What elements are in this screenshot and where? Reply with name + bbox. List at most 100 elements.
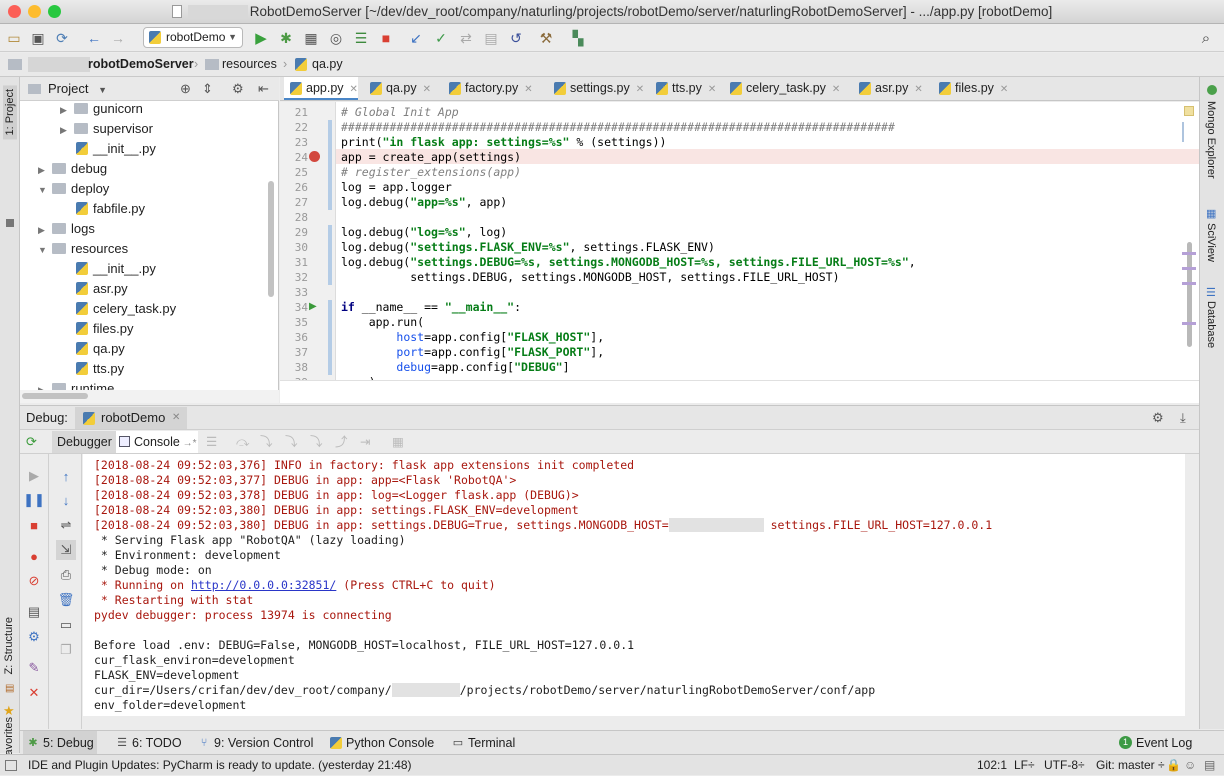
run-configuration-select[interactable]: robotDemo ▼ [143, 27, 243, 48]
breakpoint-icon[interactable] [309, 151, 320, 162]
python-console-icon[interactable]: ▭ [58, 617, 74, 633]
inspector-icon[interactable]: ☺ [1184, 755, 1196, 776]
code-editor[interactable]: 21222324252627282930313233343536373839 #… [280, 102, 1199, 380]
sync-icon[interactable]: ⟳ [52, 28, 72, 48]
search-everywhere-icon[interactable]: ⌕ [1196, 28, 1216, 48]
minimize-panel-icon[interactable]: ⤓ [1180, 406, 1186, 430]
tree-file-item[interactable]: files.py [76, 319, 133, 339]
editor-tab[interactable]: asr.py ✕ [853, 77, 923, 100]
console-tab[interactable]: Console →* [116, 431, 198, 453]
close-icon[interactable]: ✕ [26, 685, 42, 701]
soft-wrap-icon[interactable]: ⇌ [58, 517, 74, 533]
tree-file-item[interactable]: asr.py [76, 279, 128, 299]
expanded-arrow-icon[interactable]: ▼ [38, 240, 52, 260]
structure-tool-button[interactable]: Z: Structure [3, 617, 15, 674]
python-console-tool-button[interactable]: Python Console [326, 731, 434, 755]
breadcrumb-item[interactable]: resources [222, 53, 277, 76]
concurrency-icon[interactable]: ☰ [351, 28, 371, 48]
tree-folder-item[interactable]: ▶ supervisor [60, 119, 153, 139]
collapsed-arrow-icon[interactable]: ▶ [60, 100, 74, 120]
minimize-window-button[interactable] [28, 5, 41, 18]
run-to-cursor-icon[interactable]: ⇥ [360, 431, 370, 453]
tree-folder-item[interactable]: ▼ resources [38, 239, 128, 259]
debug-icon[interactable]: ✱ [276, 28, 296, 48]
tree-folder-item[interactable]: ▶ debug [38, 159, 107, 179]
step-out-icon[interactable]: ⤴ [335, 431, 348, 453]
close-icon[interactable]: ✕ [1000, 84, 1008, 95]
close-icon[interactable]: ✕ [524, 84, 532, 95]
close-window-button[interactable] [8, 5, 21, 18]
copy-icon[interactable]: ❐ [58, 642, 74, 658]
event-log-tool-button[interactable]: 1 Event Log [1116, 731, 1192, 755]
forward-icon[interactable]: → [108, 28, 128, 48]
project-view-select[interactable]: Project [48, 81, 88, 96]
file-encoding[interactable]: UTF-8÷ [1044, 755, 1085, 776]
restore-layout-icon[interactable]: ▤ [26, 604, 42, 620]
rerun-icon[interactable]: ⟳ [26, 431, 37, 453]
git-branch[interactable]: Git: master ÷ [1096, 755, 1165, 776]
coverage-icon[interactable]: ▦ [301, 28, 321, 48]
editor-scrollbar[interactable] [1187, 242, 1192, 347]
debugger-tab[interactable]: Debugger [52, 431, 117, 453]
breadcrumb-item[interactable]: qa.py [312, 53, 343, 76]
tree-folder-item[interactable]: ▶ gunicorn [60, 99, 143, 119]
scroll-to-end-icon[interactable]: ⇲ [56, 540, 76, 560]
gear-icon[interactable]: ⚙ [232, 77, 244, 100]
close-icon[interactable]: ✕ [350, 84, 358, 95]
settings-gear-icon[interactable]: ⚙ [26, 629, 42, 645]
mute-breakpoints-icon[interactable]: ⊘ [26, 573, 42, 589]
chevron-down-icon[interactable]: ▼ [98, 85, 107, 95]
vcs-history-icon[interactable]: ▤ [481, 28, 501, 48]
close-icon[interactable]: ✕ [423, 84, 431, 95]
sciview-tool-button[interactable]: SciView [1205, 223, 1217, 262]
tree-file-item[interactable]: __init__.py [76, 139, 156, 159]
editor-tab[interactable]: files.py ✕ [933, 77, 1008, 100]
evaluate-expression-icon[interactable]: ▦ [392, 431, 404, 453]
tree-file-item[interactable]: qa.py [76, 339, 125, 359]
memory-icon[interactable]: ▤ [1204, 755, 1215, 776]
project-horizontal-scrollbar[interactable] [20, 390, 279, 403]
editor-tab[interactable]: tts.py ✕ [650, 77, 716, 100]
settings-wrench-icon[interactable]: ⚒ [536, 28, 556, 48]
tree-folder-item[interactable]: ▼ deploy [38, 179, 109, 199]
status-message[interactable]: IDE and Plugin Updates: PyCharm is ready… [28, 755, 412, 776]
editor-tab[interactable]: app.py ✕ [284, 77, 358, 100]
line-separator[interactable]: LF÷ [1014, 755, 1035, 776]
toggle-tool-windows-icon[interactable] [5, 760, 17, 771]
database-tool-button[interactable]: Database [1205, 301, 1217, 348]
vcs-update-icon[interactable]: ↙ [406, 28, 426, 48]
view-breakpoints-icon[interactable]: ● [26, 548, 42, 564]
close-icon[interactable]: ✕ [636, 84, 644, 95]
project-tool-button[interactable]: 1: Project [3, 85, 17, 140]
tree-file-item[interactable]: celery_task.py [76, 299, 176, 319]
hide-panel-icon[interactable]: ⇤ [258, 77, 269, 100]
caret-position[interactable]: 102:1 [977, 755, 1007, 776]
step-into-my-code-icon[interactable]: ⤵ [285, 431, 298, 453]
collapse-all-icon[interactable]: ⇕ [202, 77, 213, 100]
editor-tab[interactable]: celery_task.py ✕ [724, 77, 840, 100]
project-structure-icon[interactable]: ▚ [568, 28, 588, 48]
collapsed-arrow-icon[interactable]: ▶ [38, 220, 52, 240]
run-icon[interactable]: ▶ [251, 28, 271, 48]
breadcrumb-item[interactable]: robotDemoServer [88, 53, 194, 76]
print-icon[interactable]: ⎙ [58, 567, 74, 583]
save-icon[interactable]: ▣ [28, 28, 48, 48]
editor-tab[interactable]: qa.py ✕ [364, 77, 431, 100]
expanded-arrow-icon[interactable]: ▼ [38, 180, 52, 200]
editor-tab[interactable]: settings.py ✕ [548, 77, 644, 100]
zoom-window-button[interactable] [48, 5, 61, 18]
scroll-from-source-icon[interactable]: ⊕ [180, 77, 191, 100]
close-icon[interactable]: ✕ [832, 84, 840, 95]
tree-file-item[interactable]: __init__.py [76, 259, 156, 279]
stop-icon[interactable]: ■ [26, 517, 42, 533]
editor-tab[interactable]: factory.py ✕ [443, 77, 533, 100]
open-folder-icon[interactable]: ▭ [4, 28, 24, 48]
tree-folder-item[interactable]: ▶ logs [38, 219, 95, 239]
scroll-up-icon[interactable]: ↑ [58, 468, 74, 484]
close-icon[interactable]: ✕ [708, 84, 716, 95]
version-control-tool-button[interactable]: ⑂ 9: Version Control [194, 731, 314, 755]
close-icon[interactable]: ✕ [914, 84, 922, 95]
step-over-icon[interactable]: ⤼ [236, 431, 249, 453]
tree-scrollbar[interactable] [268, 181, 274, 297]
pin-icon[interactable]: ✎ [26, 660, 42, 676]
